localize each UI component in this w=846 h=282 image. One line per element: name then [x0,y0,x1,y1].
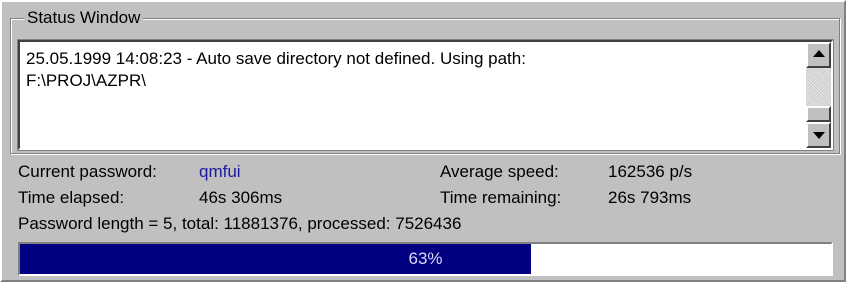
scroll-thumb[interactable] [806,106,831,122]
time-elapsed-label: Time elapsed: [18,188,125,207]
time-elapsed-value: 46s 306ms [199,188,283,207]
average-speed-value: 162536 p/s [608,162,693,181]
scroll-up-button[interactable] [806,42,831,68]
scroll-down-button[interactable] [806,122,831,148]
up-arrow-icon [813,50,825,57]
progress-bar: 63% [18,242,833,276]
password-summary: Password length = 5, total: 11881376, pr… [18,214,462,233]
status-log[interactable]: 25.05.1999 14:08:23 - Auto save director… [17,39,834,151]
time-remaining-label: Time remaining: [440,188,562,207]
down-arrow-icon [813,132,825,139]
time-remaining-value: 26s 793ms [608,188,692,207]
status-panel: Status Window 25.05.1999 14:08:23 - Auto… [0,0,846,282]
progress-label: 63% [408,249,443,268]
status-log-text: 25.05.1999 14:08:23 - Auto save director… [26,49,526,90]
current-password-value: qmfui [199,162,241,181]
group-title: Status Window [24,8,144,28]
current-password-label: Current password: [18,162,157,181]
average-speed-label: Average speed: [440,162,559,181]
vertical-scrollbar[interactable] [806,42,831,148]
